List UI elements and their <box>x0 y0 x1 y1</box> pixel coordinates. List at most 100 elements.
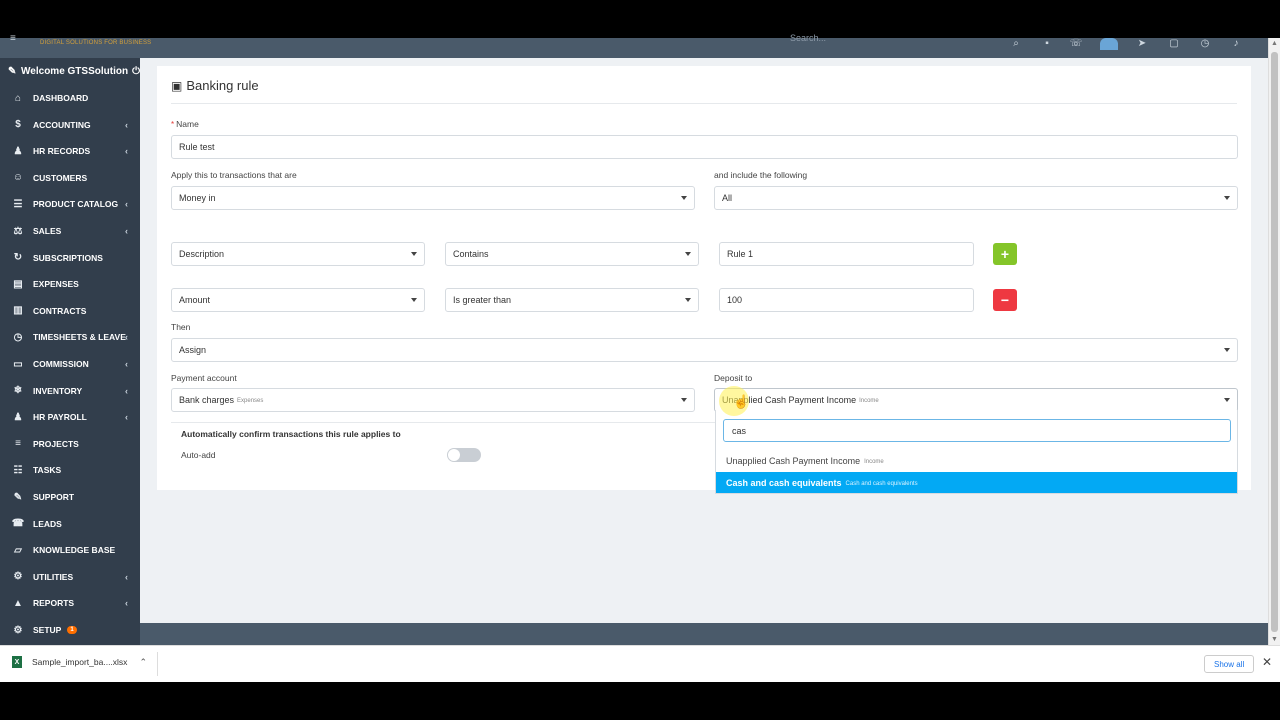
sidebar-item-product-catalog[interactable]: ☰ PRODUCT CATALOG ‹ <box>0 191 140 217</box>
sidebar: ✎ Welcome GTSSolution ⏻ ⌂ DASHBOARD $ ACCOU… <box>0 58 140 645</box>
page-title: ▣ Banking rule <box>171 78 259 93</box>
dropdown-option-highlighted[interactable]: Cash and cash equivalents Cash and cash e… <box>716 472 1237 493</box>
condition-value-input[interactable]: Rule 1 <box>719 242 974 266</box>
sidebar-item-knowledge-base[interactable]: ▱ KNOWLEDGE BASE <box>0 537 140 563</box>
search-icon[interactable]: ⌕ <box>1010 38 1022 50</box>
sidebar-item-label: TIMESHEETS & LEAVE <box>33 332 126 343</box>
payment-account-select[interactable]: Bank charges Expenses <box>171 388 695 412</box>
auto-confirm-heading: Automatically confirm transactions this … <box>181 429 401 439</box>
sidebar-item-leads[interactable]: ☎ LEADS <box>0 511 140 537</box>
sidebar-item-label: SUBSCRIPTIONS <box>33 252 103 263</box>
phone-icon[interactable]: ☏ <box>1070 38 1083 50</box>
sidebar-item-dashboard[interactable]: ⌂ DASHBOARD <box>0 85 140 111</box>
condition-field-select[interactable]: Description <box>171 242 425 266</box>
sidebar-item-hr-payroll[interactable]: ♟ HR PAYROLL ‹ <box>0 404 140 430</box>
condition-field-select[interactable]: Amount <box>171 288 425 312</box>
sidebar-item-label: PRODUCT CATALOG <box>33 199 119 210</box>
group-icon: ♟ <box>13 411 23 423</box>
sidebar-item-label: SALES <box>33 226 62 236</box>
remove-condition-button[interactable]: − <box>993 289 1017 311</box>
tag-icon: ✎ <box>13 491 23 503</box>
sidebar-item-utilities[interactable]: ⚙ UTILITIES ‹ <box>0 564 140 590</box>
name-input[interactable]: Rule test <box>171 135 1238 159</box>
sidebar-item-projects[interactable]: ≡ PROJECTS <box>0 431 140 457</box>
notification-badge: 1 <box>67 626 77 634</box>
chevron-left-icon: ‹ <box>125 359 128 369</box>
chevron-down-icon <box>1224 398 1230 402</box>
include-select[interactable]: All <box>714 186 1238 210</box>
deposit-to-dropdown: cas Unapplied Cash Payment Income Income … <box>715 410 1238 494</box>
sidebar-item-sales[interactable]: ⚖ SALES ‹ <box>0 218 140 244</box>
search-input[interactable]: Search... <box>790 33 826 43</box>
deposit-to-label: Deposit to <box>714 373 753 383</box>
deposit-to-select[interactable]: Unapplied Cash Payment Income Income <box>714 388 1238 412</box>
share-icon[interactable]: ➤ <box>1136 38 1148 50</box>
chevron-left-icon: ‹ <box>125 146 128 157</box>
apply-select[interactable]: Money in <box>171 186 695 210</box>
tasks-icon: ☷ <box>13 464 23 476</box>
page-title-text: Banking rule <box>186 78 259 93</box>
condition-operator-select[interactable]: Is greater than <box>445 288 699 312</box>
condition-operator-select[interactable]: Contains <box>445 242 699 266</box>
home-icon: ⌂ <box>14 92 22 104</box>
condition-value-input[interactable]: 100 <box>719 288 974 312</box>
then-select[interactable]: Assign <box>171 338 1238 362</box>
divider <box>171 103 1237 104</box>
bell-icon[interactable]: ♪ <box>1230 38 1242 50</box>
download-item[interactable]: X Sample_import_ba....xlsx ⌃ <box>12 656 147 668</box>
clock-icon[interactable]: ◷ <box>1199 38 1211 50</box>
hamburger-menu-icon[interactable]: ≡ <box>10 33 16 44</box>
mouse-pointer-icon: ☝ <box>733 394 750 409</box>
sidebar-item-tasks[interactable]: ☷ TASKS <box>0 457 140 483</box>
name-label: * Name <box>171 119 199 129</box>
sidebar-item-timesheets-leave[interactable]: ◷ TIMESHEETS & LEAVE ‹ <box>0 324 140 350</box>
sidebar-item-hr-records[interactable]: ♟ HR RECORDS ‹ <box>0 138 140 164</box>
clock-icon: ◷ <box>13 331 23 343</box>
download-bar: X Sample_import_ba....xlsx ⌃ Show all ✕ <box>0 645 1280 682</box>
dropdown-search-input[interactable]: cas <box>723 419 1231 442</box>
sidebar-item-label: LEADS <box>33 518 62 529</box>
sidebar-item-label: CUSTOMERS <box>33 172 88 183</box>
download-file-name: Sample_import_ba....xlsx <box>32 657 128 667</box>
sidebar-item-expenses[interactable]: ▤ EXPENSES <box>0 271 140 297</box>
dropdown-option[interactable]: Unapplied Cash Payment Income Income <box>716 450 1237 471</box>
chevron-left-icon: ‹ <box>125 571 128 582</box>
excel-file-icon: X <box>12 656 22 668</box>
power-icon[interactable]: ⏻ <box>132 66 140 77</box>
sidebar-item-support[interactable]: ✎ SUPPORT <box>0 484 140 510</box>
calendar-icon[interactable]: ▪ <box>1041 38 1053 50</box>
wrench-icon: ✎ <box>8 66 17 77</box>
sidebar-item-label: SUPPORT <box>33 492 75 502</box>
avatar[interactable] <box>1100 38 1118 50</box>
sidebar-item-setup[interactable]: ⚙ SETUP 1 <box>0 617 140 643</box>
sidebar-item-label: REPORTS <box>33 598 75 609</box>
sidebar-item-customers[interactable]: ☺ CUSTOMERS <box>0 165 140 191</box>
user-icon: ☺ <box>12 172 24 184</box>
scroll-thumb[interactable] <box>1271 52 1278 632</box>
folder-icon: ▱ <box>14 544 22 556</box>
scroll-up-arrow-icon[interactable]: ▲ <box>1271 40 1278 47</box>
chevron-left-icon: ‹ <box>125 199 128 210</box>
sidebar-item-commission[interactable]: ▭ COMMISSION ‹ <box>0 351 140 377</box>
sidebar-item-reports[interactable]: ▲ REPORTS ‹ <box>0 590 140 616</box>
sidebar-item-subscriptions[interactable]: ↻ SUBSCRIPTIONS <box>0 245 140 271</box>
sidebar-item-accounting[interactable]: $ ACCOUNTING ‹ <box>0 112 140 138</box>
add-condition-button[interactable]: + <box>993 243 1017 265</box>
close-icon[interactable]: ✕ <box>1262 655 1272 669</box>
clipboard-icon[interactable]: ▢ <box>1168 38 1180 50</box>
chevron-down-icon <box>1224 348 1230 352</box>
show-all-button[interactable]: Show all <box>1204 655 1255 673</box>
sidebar-item-inventory[interactable]: ❄ INVENTORY ‹ <box>0 378 140 404</box>
include-label: and include the following <box>714 170 808 180</box>
scroll-down-arrow-icon[interactable]: ▼ <box>1271 636 1278 643</box>
welcome-text: Welcome GTSSolution <box>21 66 129 77</box>
auto-add-label: Auto-add <box>181 450 216 460</box>
refresh-icon: ↻ <box>13 252 23 264</box>
sidebar-item-contracts[interactable]: ▥ CONTRACTS <box>0 298 140 324</box>
chevron-up-icon[interactable]: ⌃ <box>139 657 147 668</box>
auto-add-toggle[interactable] <box>447 448 481 462</box>
footer-bar <box>140 623 1268 645</box>
welcome-bar: ✎ Welcome GTSSolution ⏻ <box>0 58 140 85</box>
page-scrollbar[interactable]: ▲ ▼ <box>1268 38 1280 645</box>
chevron-down-icon <box>411 298 417 302</box>
